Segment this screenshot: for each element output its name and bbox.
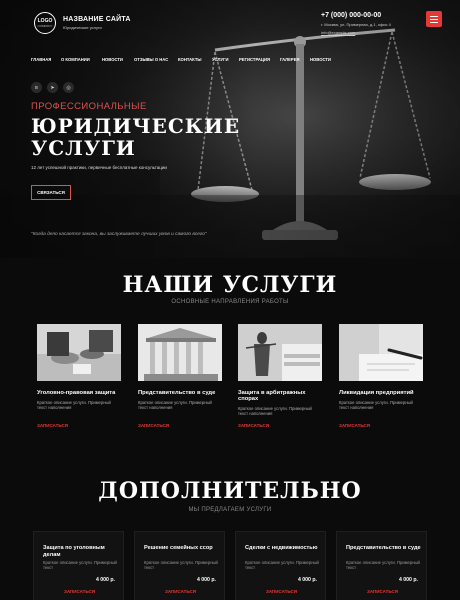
price-card[interactable]: Сделки с недвижимостью Краткое описание … [235,531,326,600]
nav-item-gallery[interactable]: ГАЛЕРЕЯ [280,57,310,62]
signup-link[interactable]: ЗАПИСАТЬСЯ [236,589,327,594]
hero-title-line-2: УСЛУГИ [31,136,136,160]
price-card-name: Представительство в суде [346,545,421,551]
hero-quote: "Когда дело касается закона, вы заслужив… [31,232,207,237]
nav-item-news-2[interactable]: НОВОСТИ [310,57,340,62]
price-card-price: 4 000 р. [95,577,115,583]
signup-link[interactable]: ЗАПИСАТЬСЯ [339,423,370,428]
extra-subtitle: МЫ ПРЕДЛАГАЕМ УСЛУГИ [188,507,272,513]
service-description: Краткое описание услуги. Примерный текст… [37,400,111,410]
service-name: Уголовно-правовая защита [37,390,116,396]
signup-link[interactable]: ЗАПИСАТЬСЯ [238,423,269,428]
instagram-icon[interactable]: ◎ [63,82,74,93]
hero-title: ЮРИДИЧЕСКИЕ УСЛУГИ [31,115,240,159]
price-card-price: 4 000 р. [297,577,317,583]
price-card-price: 4 000 р. [196,577,216,583]
service-image-handshake [37,324,121,381]
service-description: Краткое описание услуги. Примерный текст… [339,400,413,410]
nav-item-news[interactable]: НОВОСТИ [102,57,134,62]
vk-icon[interactable]: в [31,82,42,93]
service-card[interactable]: Представительство в суде Краткое описани… [138,324,222,428]
signup-link[interactable]: ЗАПИСАТЬСЯ [34,589,125,594]
service-card[interactable]: Уголовно-правовая защита Краткое описани… [37,324,121,428]
signup-link[interactable]: ЗАПИСАТЬСЯ [337,589,428,594]
address: г. Москва, ул. Примерная, д.1, офис 4 [321,22,391,27]
service-name: Защита в арбитражных спорах [238,390,306,402]
service-description: Краткое описание услуги. Примерный текст… [138,400,212,410]
price-card-description: Краткое описание услуги. Примерный текст [144,560,218,570]
price-card-description: Краткое описание услуги. Примерный текст [245,560,319,570]
hero-description: 12 лет успешной практики, первичные бесп… [31,165,167,170]
price-card-price: 4 000 р. [398,577,418,583]
service-description: Краткое описание услуги. Примерный текст… [238,406,312,416]
phone-number[interactable]: +7 (000) 000-00-00 [321,12,381,19]
signup-link[interactable]: ЗАПИСАТЬСЯ [37,423,68,428]
nav-item-registration[interactable]: РЕГИСТРАЦИЯ [239,57,280,62]
price-card[interactable]: Решение семейных ссор Краткое описание у… [134,531,225,600]
price-card-description: Краткое описание услуги. Примерный текст [43,560,117,570]
service-image-courthouse [138,324,222,381]
nav-item-home[interactable]: ГЛАВНАЯ [31,57,61,62]
service-card[interactable]: Защита в арбитражных спорах Краткое опис… [238,324,322,428]
service-card[interactable]: Ликвидация предприятий Краткое описание … [339,324,423,428]
main-nav: ГЛАВНАЯ О КОМПАНИИ НОВОСТИ ОТЗЫВЫ О НАС … [31,57,340,62]
price-card-name: Защита по уголовным делам [43,545,105,558]
social-links: в ➤ ◎ [31,82,74,93]
nav-item-services[interactable]: УСЛУГИ [212,57,239,62]
service-image-lady-justice [238,324,322,381]
price-card-name: Решение семейных ссор [144,545,213,551]
hero-kicker: ПРОФЕССИОНАЛЬНЫЕ [31,101,147,112]
service-name: Ликвидация предприятий [339,390,414,396]
price-card-description: Краткое описание услуги. Примерный текст [346,560,420,570]
signup-link[interactable]: ЗАПИСАТЬСЯ [135,589,226,594]
telegram-icon[interactable]: ➤ [47,82,58,93]
price-card[interactable]: Защита по уголовным делам Краткое описан… [33,531,124,600]
nav-item-contacts[interactable]: КОНТАКТЫ [178,57,212,62]
price-card-name: Сделки с недвижимостью [245,545,318,551]
logo-subtext: COMPANY [37,23,53,28]
services-subtitle: ОСНОВНЫЕ НАПРАВЛЕНИЯ РАБОТЫ [171,299,289,305]
price-card[interactable]: Представительство в суде Краткое описани… [336,531,427,600]
service-image-pen-document [339,324,423,381]
signup-link[interactable]: ЗАПИСАТЬСЯ [138,423,169,428]
hero-title-line-1: ЮРИДИЧЕСКИЕ [31,114,241,138]
nav-item-reviews[interactable]: ОТЗЫВЫ О НАС [134,57,178,62]
extra-title: ДОПОЛНИТЕЛЬНО [98,478,362,504]
hamburger-icon[interactable] [426,11,442,27]
services-title: НАШИ УСЛУГИ [122,272,338,298]
email-link[interactable]: info@example.com [321,30,355,35]
site-subtitle: Юридические услуги [63,25,102,30]
nav-item-about[interactable]: О КОМПАНИИ [61,57,102,62]
site-logo[interactable]: LOGO COMPANY [34,12,56,34]
site-title: НАЗВАНИЕ САЙТА [63,16,131,23]
contact-button[interactable]: СВЯЗАТЬСЯ [31,185,71,200]
hero-section: LOGO COMPANY НАЗВАНИЕ САЙТА Юридические … [0,0,460,258]
service-name: Представительство в суде [138,390,216,396]
